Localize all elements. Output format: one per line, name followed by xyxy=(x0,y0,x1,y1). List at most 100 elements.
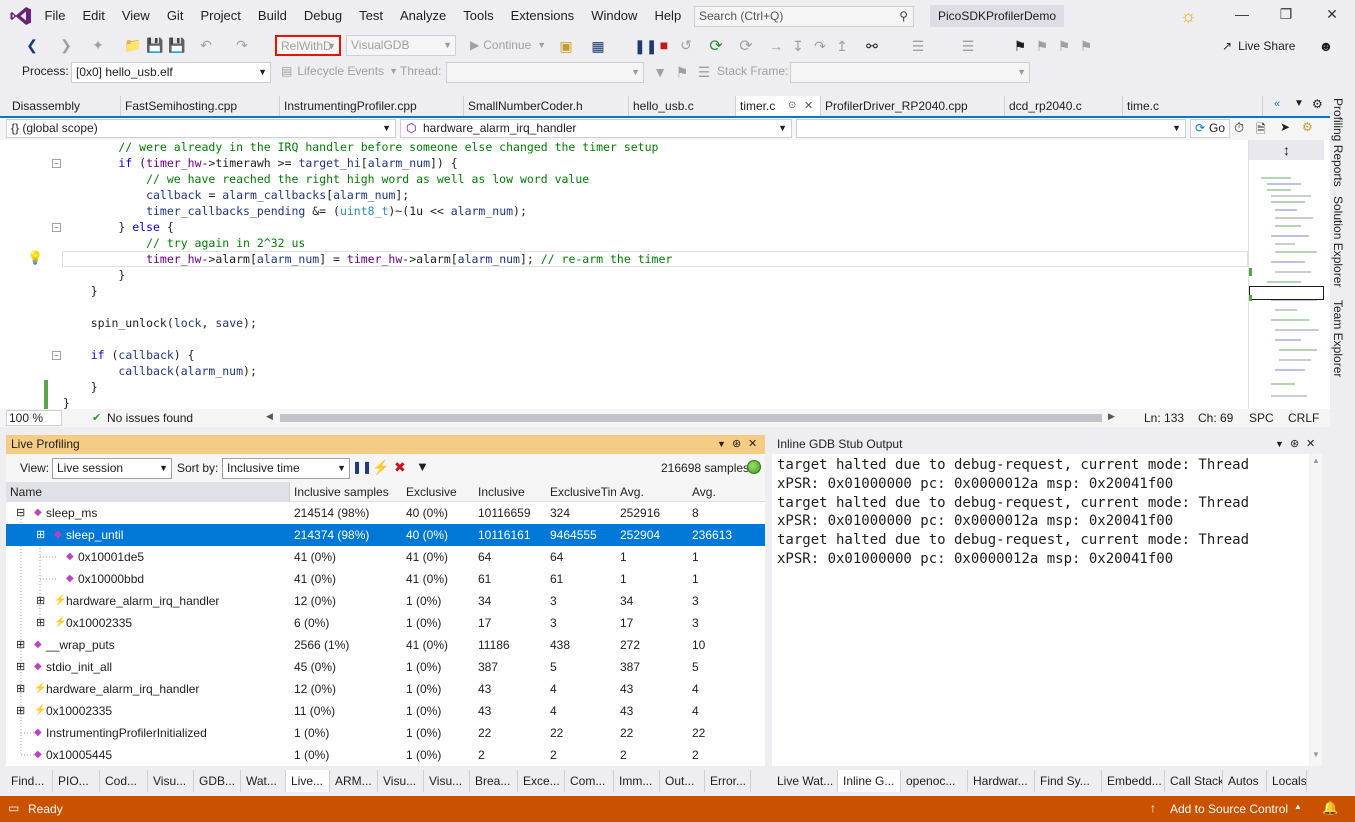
menu-edit[interactable]: Edit xyxy=(74,0,113,32)
function-dropdown[interactable]: ⬡ hardware_alarm_irq_handler ▼ xyxy=(400,119,792,138)
expand-icon[interactable]: ⊞ xyxy=(16,700,25,722)
bottom-tab[interactable]: openoc... xyxy=(901,770,968,792)
horizontal-scrollbar[interactable] xyxy=(280,414,1102,422)
sort-dropdown[interactable]: Inclusive time ▼ xyxy=(222,458,350,479)
bottom-tab[interactable]: Call Stack xyxy=(1165,770,1223,792)
hex-display-icon[interactable]: ⚯ xyxy=(864,38,880,55)
attach-process-icon[interactable]: ▣ xyxy=(558,38,574,55)
col-name[interactable]: Name xyxy=(6,482,290,502)
bottom-tab[interactable]: Find Sy... xyxy=(1035,770,1102,792)
scroll-right-icon[interactable]: ▶ xyxy=(1108,411,1115,422)
table-row[interactable]: ⊞ ◆ stdio_init_all 45 (0%) 1 (0%) 387 5 387 5 xyxy=(6,656,765,678)
bottom-tab[interactable]: Visu... xyxy=(378,770,424,792)
bookmark-icon[interactable]: ⚑ xyxy=(1012,38,1028,55)
scope-dropdown[interactable]: {} (global scope) ▼ xyxy=(6,119,396,138)
bottom-tab[interactable]: Visu... xyxy=(424,770,470,792)
prev-bookmark-icon[interactable]: ⚑ xyxy=(1034,38,1050,55)
tab-timer[interactable]: timer.c ⊙ ✕ xyxy=(736,96,821,116)
bottom-tab[interactable]: Embedd... xyxy=(1102,770,1165,792)
col-inclusive[interactable]: Inclusive xyxy=(474,482,546,502)
expand-icon[interactable]: ⊞ xyxy=(16,678,25,700)
panel-dropdown-icon[interactable]: ▼ xyxy=(717,435,726,454)
side-tab-solution-explorer[interactable]: Solution Explorer xyxy=(1331,196,1345,287)
col-exclusive[interactable]: Exclusive xyxy=(402,482,474,502)
configuration-dropdown[interactable]: RelWithD ▼ xyxy=(275,35,341,56)
expand-icon[interactable]: ⊞ xyxy=(16,656,25,678)
pin-icon[interactable]: ⊙ xyxy=(788,96,796,116)
redo-icon[interactable]: ↷ xyxy=(234,37,250,54)
pause-icon[interactable]: ❚❚ xyxy=(352,460,372,474)
col-avg[interactable]: Avg. xyxy=(616,482,688,502)
live-share-button[interactable]: ↗ Live Share xyxy=(1222,39,1295,53)
menu-window[interactable]: Window xyxy=(583,0,646,32)
menu-view[interactable]: View xyxy=(113,0,158,32)
stack-frame-dropdown[interactable]: ▼ xyxy=(790,62,1030,83)
split-icon[interactable]: ↕ xyxy=(1249,140,1324,160)
restart-icon[interactable]: ↺ xyxy=(678,37,694,54)
notification-sun-icon[interactable]: ☼ xyxy=(1180,7,1197,25)
expand-icon[interactable]: ⊞ xyxy=(36,612,45,634)
bottom-tab[interactable]: Live Wat... xyxy=(772,770,838,792)
menu-help[interactable]: Help xyxy=(646,0,690,32)
bottom-tab[interactable]: Cod... xyxy=(100,770,148,792)
table-row[interactable]: ⊞ ◆ __wrap_puts 2566 (1%) 41 (0%) 11186 438 272… xyxy=(6,634,765,656)
clear-bookmarks-icon[interactable]: ⚑ xyxy=(1078,38,1094,55)
col-inclusive-samples[interactable]: Inclusive samples xyxy=(290,482,402,502)
open-folder-icon[interactable]: 📁 xyxy=(124,37,141,54)
process-dropdown[interactable]: [0x0] hello_usb.elf ▼ xyxy=(71,62,271,83)
stop-icon[interactable]: ■ xyxy=(656,37,672,53)
lightbulb-icon[interactable]: 💡 xyxy=(27,250,43,266)
menu-project[interactable]: Project xyxy=(192,0,249,32)
tab-hello-usb[interactable]: hello_usb.c xyxy=(629,96,736,116)
bottom-tab[interactable]: Wat... xyxy=(241,770,286,792)
settings-gear-icon[interactable]: ⚙ xyxy=(1312,97,1323,111)
bottom-tab[interactable]: Com... xyxy=(565,770,614,792)
feedback-icon[interactable]: ☻ xyxy=(1318,38,1334,54)
table-row[interactable]: ⊟ ◆ sleep_ms 214514 (98%) 40 (0%) 10116659 324… xyxy=(6,502,765,524)
bottom-tab[interactable]: Out... xyxy=(660,770,705,792)
scroll-tabs-icon[interactable]: « xyxy=(1274,98,1280,110)
table-row[interactable]: ◆ 0x10000bbd 41 (0%) 41 (0%) 61 61 1 1 xyxy=(6,568,765,590)
menu-test[interactable]: Test xyxy=(351,0,392,32)
scroll-up-icon[interactable]: ▲ xyxy=(1312,456,1320,465)
close-panel-icon[interactable]: ✕ xyxy=(748,435,757,454)
bottom-tab[interactable]: Visu... xyxy=(148,770,194,792)
bottom-tab[interactable]: Locals xyxy=(1267,770,1307,792)
close-panel-icon[interactable]: ✕ xyxy=(1306,435,1315,454)
tab-smallnumbercoder[interactable]: SmallNumberCoder.h xyxy=(464,96,629,116)
table-row[interactable]: ◆ 0x10001de5 41 (0%) 41 (0%) 64 64 1 1 xyxy=(6,546,765,568)
window-icon[interactable]: ▦ xyxy=(590,38,606,55)
menu-build[interactable]: Build xyxy=(249,0,295,32)
pin-icon[interactable]: ⊛ xyxy=(1290,435,1299,454)
bottom-tab[interactable]: ARM... xyxy=(330,770,378,792)
thread-dropdown[interactable]: ▼ xyxy=(446,62,644,83)
zoom-dropdown[interactable]: 100 % xyxy=(6,410,62,426)
flag-icon[interactable]: ⚑ xyxy=(674,64,690,81)
menu-extensions[interactable]: Extensions xyxy=(502,0,583,32)
filter-icon[interactable]: ▼ xyxy=(652,64,668,80)
tab-time[interactable]: time.c xyxy=(1123,96,1263,116)
gdb-output-text[interactable]: target halted due to debug-request, curr… xyxy=(772,454,1309,766)
collapse-icon[interactable]: − xyxy=(52,223,61,232)
code-minimap[interactable]: ↕ xyxy=(1248,140,1330,409)
collapse-icon[interactable]: ⊟ xyxy=(16,502,25,524)
table-row[interactable]: ◆ InstrumentingProfilerInitialized 1 (0%) 1… xyxy=(6,722,765,744)
refresh-disabled-icon[interactable]: ⟳ xyxy=(738,36,754,56)
menu-file[interactable]: File xyxy=(36,0,74,32)
minimize-button[interactable]: — xyxy=(1222,6,1262,26)
comment-icon[interactable]: ☰ xyxy=(910,38,926,55)
collapse-icon[interactable]: − xyxy=(52,351,61,360)
table-row[interactable]: ⊞ ⚡ 0x10002335 11 (0%) 1 (0%) 43 4 43 4 xyxy=(6,700,765,722)
col-exclusive-time[interactable]: ExclusiveTin xyxy=(546,482,616,502)
issues-status[interactable]: No issues found xyxy=(107,411,193,425)
menu-analyze[interactable]: Analyze xyxy=(391,0,454,32)
table-row[interactable]: ⊞ ⚡ 0x10002335 6 (0%) 1 (0%) 17 3 17 3 xyxy=(6,612,765,634)
tag-icon[interactable]: ➤ xyxy=(1280,120,1290,134)
bottom-tab[interactable]: Exce... xyxy=(518,770,565,792)
table-row[interactable]: ◆ 0x10005445 1 (0%) 1 (0%) 2 2 2 2 xyxy=(6,744,765,766)
new-project-icon[interactable]: ✦ xyxy=(90,37,106,54)
side-tab-team-explorer[interactable]: Team Explorer xyxy=(1331,300,1345,377)
expand-icon[interactable]: ⊞ xyxy=(36,524,45,546)
panel-dropdown-icon[interactable]: ▼ xyxy=(1275,435,1284,454)
next-bookmark-icon[interactable]: ⚑ xyxy=(1056,38,1072,55)
